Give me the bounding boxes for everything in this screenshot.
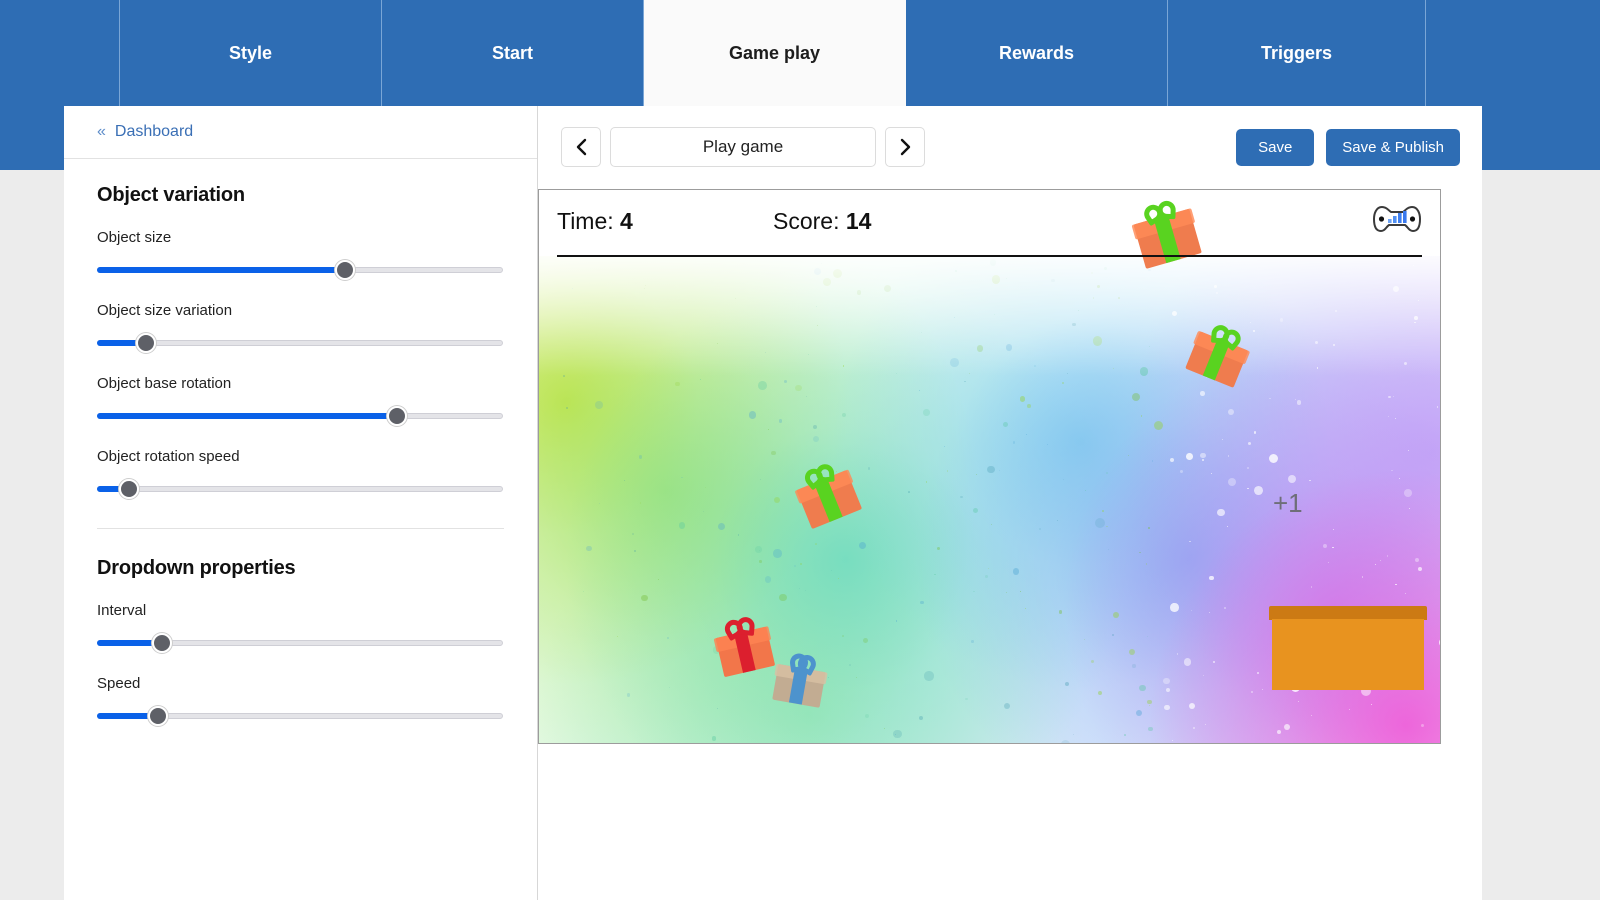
control-interval: Interval — [97, 602, 504, 653]
slider-thumb[interactable] — [136, 333, 156, 353]
score-label: Score: — [773, 208, 840, 234]
control-object-size-label: Object size — [97, 229, 172, 246]
tabbar-right-spacer — [1426, 0, 1600, 106]
tab-style-label: Style — [228, 42, 273, 63]
chevron-right-icon — [900, 138, 910, 156]
main-tab-bar: Style Start Game play Rewards Triggers — [0, 0, 1600, 106]
basket-front — [1272, 619, 1424, 690]
slider-fill — [97, 413, 397, 419]
slider-thumb[interactable] — [148, 706, 168, 726]
control-next-partial — [97, 748, 504, 764]
tab-start-label: Start — [491, 42, 533, 63]
slider-fill — [97, 267, 345, 273]
slider-object-rotation-speed[interactable] — [97, 479, 503, 499]
app-root: Style Start Game play Rewards Triggers «… — [0, 0, 1600, 900]
section-object-variation: Object variation Object size Object size… — [64, 159, 537, 499]
chevron-left-icon — [576, 138, 586, 156]
tab-rewards[interactable]: Rewards — [906, 0, 1168, 106]
save-button[interactable]: Save — [1236, 128, 1315, 166]
preview-toolbar: Play game Save Save & Publish — [538, 106, 1482, 188]
section-dropdown-properties: Dropdown properties Interval Speed — [64, 529, 537, 764]
save-publish-button[interactable]: Save & Publish — [1326, 128, 1460, 166]
basket-lid — [1269, 606, 1427, 620]
slider-interval[interactable] — [97, 633, 503, 653]
tab-triggers[interactable]: Triggers — [1168, 0, 1426, 106]
tab-game-play[interactable]: Game play — [644, 0, 906, 106]
editor-panel: « Dashboard Object variation Object size — [64, 106, 1482, 900]
slider-object-base-rotation[interactable] — [97, 406, 503, 426]
game-hud: Time: 4 Score: 14 — [539, 190, 1440, 257]
slider-thumb[interactable] — [119, 479, 139, 499]
header-band-left — [0, 106, 64, 170]
score-readout: Score: 14 — [773, 208, 871, 235]
top-white-wash — [539, 256, 1440, 376]
score-value: 14 — [845, 208, 872, 234]
time-label: Time: — [557, 208, 614, 234]
slider-object-size-variation[interactable] — [97, 333, 503, 353]
catch-basket[interactable] — [1269, 606, 1427, 690]
control-object-base-rotation-label: Object base rotation — [97, 375, 232, 392]
slider-thumb[interactable] — [335, 260, 355, 280]
play-game-button[interactable]: Play game — [610, 127, 876, 167]
slider-speed[interactable] — [97, 706, 503, 726]
sidebar-scroll-body[interactable]: Object variation Object size Object size… — [64, 159, 537, 900]
prev-screen-button[interactable] — [561, 127, 601, 167]
control-object-rotation-speed-label: Object rotation speed — [97, 448, 240, 465]
gamepad-icon — [1372, 202, 1422, 236]
sidebar-header: « Dashboard — [64, 106, 537, 159]
header-band-right — [1482, 106, 1600, 170]
control-interval-label: Interval — [97, 602, 147, 619]
tabbar-left-spacer — [0, 0, 120, 106]
slider-track — [97, 340, 503, 346]
play-game-label: Play game — [702, 137, 784, 156]
floating-score-popup: +1 — [1273, 488, 1303, 518]
slider-object-size[interactable] — [97, 260, 503, 280]
time-readout: Time: 4 — [557, 208, 633, 235]
control-object-base-rotation: Object base rotation — [97, 375, 504, 426]
control-speed-label: Speed — [97, 675, 141, 692]
slider-thumb[interactable] — [387, 406, 407, 426]
tab-triggers-label: Triggers — [1260, 42, 1333, 63]
section-object-variation-title: Object variation — [97, 184, 245, 206]
tab-rewards-label: Rewards — [998, 42, 1075, 63]
control-object-size-variation: Object size variation — [97, 302, 504, 353]
time-value: 4 — [620, 208, 633, 234]
dashboard-back-label: Dashboard — [114, 123, 194, 140]
dashboard-back-link[interactable]: « Dashboard — [97, 123, 193, 141]
control-object-size-variation-label: Object size variation — [97, 302, 233, 319]
next-screen-button[interactable] — [885, 127, 925, 167]
control-object-size: Object size — [97, 229, 504, 280]
slider-thumb[interactable] — [152, 633, 172, 653]
tab-game-play-label: Game play — [728, 42, 821, 63]
game-preview-canvas[interactable]: Time: 4 Score: 14 +1 — [538, 189, 1441, 744]
section-dropdown-properties-title: Dropdown properties — [97, 557, 296, 579]
tab-style[interactable]: Style — [120, 0, 382, 106]
slider-track — [97, 486, 503, 492]
control-object-rotation-speed: Object rotation speed — [97, 448, 504, 499]
double-chevron-left-icon: « — [97, 123, 106, 140]
preview-content: Play game Save Save & Publish Time: 4 Sc… — [538, 106, 1482, 900]
gift-tan-blue-bottom[interactable] — [772, 651, 828, 708]
tab-start[interactable]: Start — [382, 0, 644, 106]
control-speed: Speed — [97, 675, 504, 726]
properties-sidebar: « Dashboard Object variation Object size — [64, 106, 538, 900]
